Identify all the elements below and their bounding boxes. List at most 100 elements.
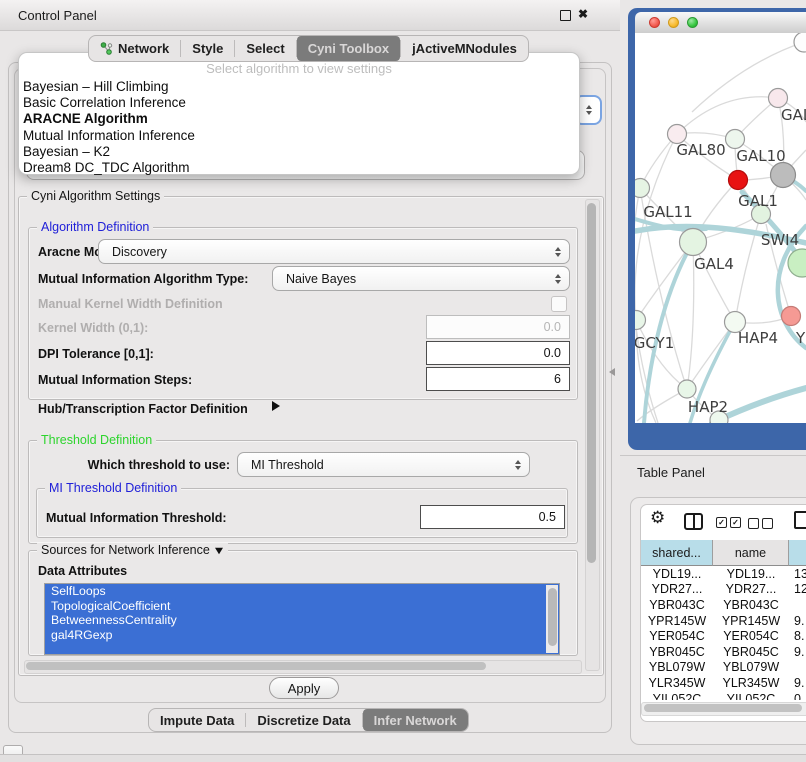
algorithm-option-basic-correlation-inference[interactable]: Basic Correlation Inference (19, 95, 579, 111)
which-threshold-combobox[interactable]: MI Threshold (237, 452, 530, 477)
node-gal-top[interactable] (769, 89, 788, 108)
table-row[interactable]: YDR27...YDR27...12 (641, 582, 806, 598)
column-header-shared[interactable]: shared... (641, 540, 713, 566)
algorithm-option-bayesian-hill-climbing[interactable]: Bayesian – Hill Climbing (19, 79, 579, 95)
tab-infer-network[interactable]: Infer Network (363, 709, 468, 731)
attribute-item-betweennesscentrality[interactable]: BetweennessCentrality (45, 613, 559, 628)
tab-select[interactable]: Select (235, 36, 295, 61)
mi-algorithm-type-combobox[interactable]: Naive Bayes (272, 266, 570, 291)
table-row[interactable]: YPR145WYPR145W9. (641, 613, 806, 629)
node-right-green[interactable] (788, 249, 806, 277)
attribute-item-selfloops[interactable]: SelfLoops (45, 584, 559, 599)
apply-button[interactable]: Apply (269, 677, 339, 699)
column-header-clipped[interactable] (789, 540, 806, 566)
table-row[interactable]: YBL079WYBL079W (641, 660, 806, 676)
split-columns-icon[interactable] (684, 513, 703, 530)
group-title: Sources for Network Inference (37, 543, 228, 557)
tab-style[interactable]: Style (181, 36, 234, 61)
node-label-gal80: GAL80 (676, 141, 725, 159)
manual-kernel-checkbox[interactable] (551, 296, 567, 312)
table-row[interactable]: YER054CYER054C8. (641, 628, 806, 644)
zoom-traffic-light-icon[interactable] (687, 17, 698, 28)
table-row[interactable]: YLR345WYLR345W9. (641, 675, 806, 691)
node-label-hap2: HAP2 (688, 398, 728, 416)
tab-discretize-data[interactable]: Discretize Data (246, 709, 361, 731)
scrollbar-thumb[interactable] (587, 203, 596, 563)
algorithm-option-dream8-dc-tdc-algorithm[interactable]: Dream8 DC_TDC Algorithm (19, 160, 579, 176)
clipped-toolbar-icon[interactable] (794, 511, 806, 529)
node-gal11[interactable] (635, 179, 650, 198)
algorithm-dropdown-popup: Select algorithm to view settings Bayesi… (18, 52, 580, 175)
mode-tab-bar: Impute DataDiscretize Data Infer Network (148, 708, 469, 732)
mi-steps-field[interactable]: 6 (426, 367, 570, 391)
node-label-y: Y (795, 329, 806, 347)
network-graph: GALGAL80GAL10GAL1GAL11SWI4GAL4GCY1HAP4YH… (635, 33, 806, 423)
node-unlabeled-top[interactable] (794, 33, 806, 52)
node-salmon[interactable] (782, 307, 801, 326)
deselect-all-columns-icon[interactable] (748, 518, 773, 529)
scrollbar-thumb[interactable] (26, 662, 486, 670)
tab-label: Infer Network (374, 713, 457, 728)
mi-threshold-field[interactable]: 0.5 (420, 505, 565, 529)
column-header-name[interactable]: name (713, 540, 789, 566)
data-attributes-label: Data Attributes (38, 564, 127, 578)
table-settings-gear-icon[interactable]: ⚙ (650, 508, 665, 528)
sources-collapse-arrow-icon[interactable] (215, 548, 223, 554)
table-row[interactable]: YDL19...YDL19...13 (641, 566, 806, 582)
table-row[interactable]: YBR043CYBR043C (641, 597, 806, 613)
dpi-tolerance-value: 0.0 (544, 346, 561, 360)
tab-jactivemnodules[interactable]: jActiveMNodules (401, 36, 528, 61)
tab-network[interactable]: Network (89, 36, 180, 61)
node-gal10[interactable] (726, 130, 745, 149)
mi-steps-label: Mutual Information Steps: (38, 373, 192, 387)
float-window-icon[interactable] (560, 10, 571, 21)
scrollbar-thumb[interactable] (644, 704, 802, 712)
tab-impute-data[interactable]: Impute Data (149, 709, 245, 731)
tab-label: Cyni Toolbox (308, 41, 389, 56)
tab-cyni-toolbox[interactable]: Cyni Toolbox (297, 36, 400, 61)
algorithm-option-bayesian-k2[interactable]: Bayesian – K2 (19, 144, 579, 160)
close-panel-icon[interactable]: ✖ (578, 7, 588, 21)
node-label-gal1: GAL1 (738, 192, 778, 210)
sources-title: Sources for Network Inference (41, 543, 210, 557)
settings-vertical-scrollbar[interactable] (585, 199, 600, 671)
table-header-row: shared...name (641, 540, 806, 566)
select-all-columns-icon[interactable] (716, 517, 741, 528)
table-horizontal-scrollbar[interactable] (641, 702, 806, 716)
hub-expand-arrow-icon[interactable] (272, 401, 280, 411)
algorithm-option-aracne-algorithm[interactable]: ARACNE Algorithm (19, 111, 579, 127)
tab-label: Network (118, 41, 169, 56)
attribute-item-topologicalcoefficient[interactable]: TopologicalCoefficient (45, 599, 559, 614)
aracne-mode-combobox[interactable]: Discovery (98, 239, 570, 264)
table-cell: 13 (789, 567, 806, 581)
dpi-tolerance-field[interactable]: 0.0 (426, 341, 570, 365)
table-cell: 0. (789, 692, 806, 700)
settings-horizontal-scrollbar[interactable] (24, 660, 582, 674)
node-hap2[interactable] (678, 380, 696, 398)
aracne-mode-value: Discovery (112, 245, 167, 259)
mi-threshold-value: 0.5 (539, 510, 556, 524)
node-label-swi4: SWI4 (761, 231, 799, 249)
kernel-width-field[interactable]: 0.0 (426, 315, 570, 339)
network-canvas[interactable]: GALGAL80GAL10GAL1GAL11SWI4GAL4GCY1HAP4YH… (635, 33, 806, 423)
data-attributes-list[interactable]: SelfLoopsTopologicalCoefficientBetweenne… (44, 583, 560, 655)
node-gal4[interactable] (680, 229, 707, 256)
table-cell: 9. (789, 614, 806, 628)
panel-splitter-arrow-icon[interactable] (609, 368, 615, 376)
table-cell: YDL19... (641, 567, 713, 581)
network-window-titlebar[interactable] (635, 12, 806, 34)
attribute-item-gal4rgexp[interactable]: gal4RGexp (45, 628, 559, 643)
mi-steps-value: 6 (554, 372, 561, 386)
node-gray[interactable] (771, 163, 796, 188)
algorithm-option-mutual-information-inference[interactable]: Mutual Information Inference (19, 128, 579, 144)
table-row[interactable]: YIL052CYIL052C0. (641, 691, 806, 700)
minimize-traffic-light-icon[interactable] (668, 17, 679, 28)
close-traffic-light-icon[interactable] (649, 17, 660, 28)
table-row[interactable]: YBR045CYBR045C9. (641, 644, 806, 660)
group-title: Algorithm Definition (37, 220, 153, 234)
node-gal1-selected[interactable] (729, 171, 748, 190)
combo-spinner-icon (586, 105, 592, 115)
node-gcy1[interactable] (635, 311, 646, 330)
list-scrollbar-thumb[interactable] (548, 588, 557, 646)
table-cell: YBR045C (713, 645, 789, 659)
